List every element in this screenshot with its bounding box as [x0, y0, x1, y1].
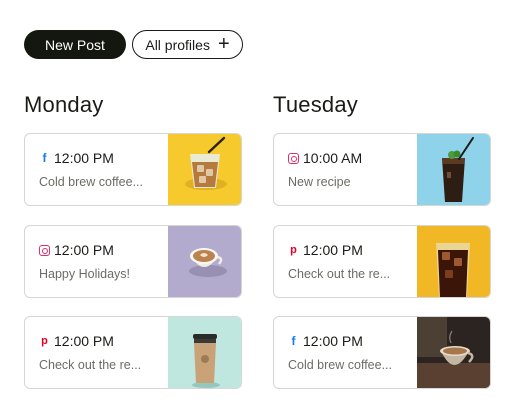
post-card[interactable]: p 12:00 PM Check out the re...: [24, 316, 242, 389]
takeaway-cup-thumbnail: [168, 317, 241, 388]
post-card[interactable]: p 12:00 PM Check out the re...: [273, 225, 491, 298]
post-time: 10:00 AM: [303, 150, 363, 166]
post-time: 12:00 PM: [54, 150, 114, 166]
day-heading: Tuesday: [273, 92, 358, 117]
iced-coffee-thumbnail: [168, 134, 241, 205]
post-caption: Check out the re...: [39, 358, 142, 372]
post-caption: New recipe: [288, 175, 351, 189]
all-profiles-button[interactable]: All profiles +: [132, 30, 243, 59]
instagram-icon: [288, 152, 299, 164]
latte-table-thumbnail: [417, 317, 490, 388]
post-card[interactable]: 12:00 PM Happy Holidays!: [24, 225, 242, 298]
pinterest-icon: p: [290, 244, 297, 256]
post-time: 12:00 PM: [303, 333, 363, 349]
iced-coffee-mint-thumbnail: [417, 134, 490, 205]
facebook-icon: f: [42, 151, 47, 165]
day-heading: Monday: [24, 92, 104, 117]
facebook-icon: f: [291, 334, 296, 348]
post-card[interactable]: 10:00 AM New recipe: [273, 133, 491, 206]
day-column-tuesday: Tuesday: [273, 92, 358, 118]
post-caption: Check out the re...: [288, 267, 391, 281]
instagram-icon: [39, 244, 50, 256]
all-profiles-label: All profiles: [145, 36, 210, 53]
latte-art-thumbnail: [168, 226, 241, 297]
post-caption: Cold brew coffee...: [288, 358, 392, 372]
post-card[interactable]: f 12:00 PM Cold brew coffee...: [273, 316, 491, 389]
pinterest-icon: p: [41, 335, 48, 347]
new-post-button[interactable]: New Post: [24, 30, 126, 59]
post-caption: Happy Holidays!: [39, 267, 131, 281]
post-time: 12:00 PM: [303, 242, 363, 258]
plus-icon: +: [217, 33, 230, 55]
post-time: 12:00 PM: [54, 242, 114, 258]
toolbar: New Post All profiles +: [24, 30, 243, 59]
iced-cola-thumbnail: [417, 226, 490, 297]
day-column-monday: Monday: [24, 92, 103, 118]
post-caption: Cold brew coffee...: [39, 175, 143, 189]
post-card[interactable]: f 12:00 PM Cold brew coffee...: [24, 133, 242, 206]
post-time: 12:00 PM: [54, 333, 114, 349]
